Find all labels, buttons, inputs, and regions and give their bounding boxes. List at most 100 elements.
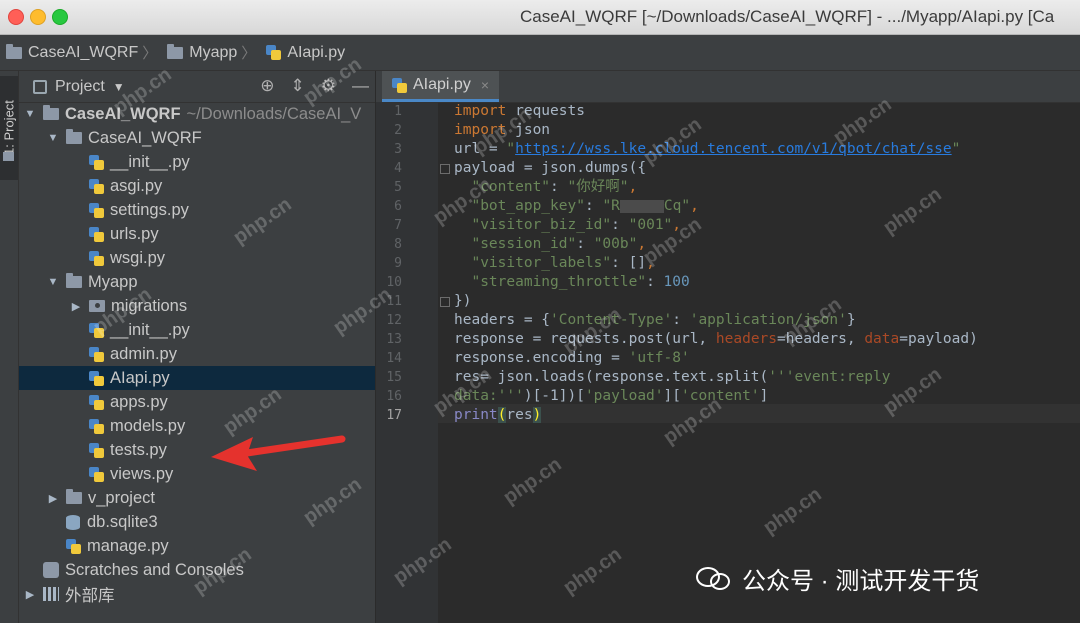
line-number: 11 — [386, 294, 402, 309]
chevron-down-icon[interactable]: ▼ — [46, 276, 60, 288]
badge-text: 公众号 · 测试开发干货 — [742, 568, 980, 595]
tree-item[interactable]: wsgi.py — [19, 246, 375, 270]
code-line[interactable]: payload = json.dumps({ — [454, 159, 1074, 178]
code-text: : — [550, 179, 568, 195]
close-tab-icon[interactable]: × — [481, 77, 489, 93]
code-line[interactable]: "streaming_throttle": 100 — [454, 273, 1074, 292]
editor-tab-label: AIapi.py — [413, 76, 471, 93]
locate-file-icon[interactable]: ⊕ — [260, 76, 274, 96]
chevron-down-icon[interactable]: ▼ — [46, 132, 60, 144]
string: "R — [602, 198, 620, 214]
folder-icon — [167, 43, 184, 59]
project-panel-header: Project ▼ ⊕ ⇕ ⚙ — — [19, 71, 375, 103]
gear-icon[interactable]: ⚙ — [321, 76, 336, 96]
comma: , — [690, 198, 699, 214]
breadcrumb-module[interactable]: Myapp — [167, 43, 237, 62]
structure-tool-icon[interactable] — [3, 152, 14, 161]
string: Cq" — [663, 198, 691, 214]
tree-item[interactable]: asgi.py — [19, 174, 375, 198]
tree-item[interactable]: ▶ migrations — [19, 294, 375, 318]
code-line[interactable]: "content": "你好啊", — [454, 178, 1074, 197]
tree-item[interactable]: settings.py — [19, 198, 375, 222]
project-tool-tab[interactable]: 1: Project — [0, 76, 18, 180]
keyword: import — [454, 122, 507, 138]
line-number: 4 — [394, 161, 402, 176]
code-line[interactable]: }) — [454, 292, 1074, 311]
code-line[interactable]: import json — [454, 121, 1074, 140]
line-number: 8 — [394, 237, 402, 252]
python-file-icon — [89, 154, 104, 170]
chevron-down-icon[interactable]: ▼ — [113, 80, 125, 94]
number: 100 — [663, 274, 690, 290]
code-line[interactable]: "session_id": "00b", — [454, 235, 1074, 254]
line-number: 6 — [394, 199, 402, 214]
python-file-icon — [89, 442, 104, 458]
code-line[interactable]: url = "https://wss.lke.cloud.tencent.com… — [454, 140, 1074, 159]
collapse-all-icon[interactable]: ⇕ — [291, 76, 305, 96]
comma: , — [672, 217, 682, 233]
tree-item[interactable]: AIapi.py — [19, 366, 375, 390]
breadcrumb-project[interactable]: CaseAI_WQRF — [6, 43, 138, 62]
python-file-icon — [392, 77, 407, 93]
code-line[interactable]: res= json.loads(response.text.split('''e… — [454, 368, 1074, 387]
tree-item[interactable]: ▼ CaseAI_WQRF — [19, 126, 375, 150]
close-window-button[interactable] — [8, 9, 24, 25]
tree-item-label: Scratches and Consoles — [65, 560, 244, 579]
library-icon — [43, 587, 59, 601]
line-number: 15 — [386, 370, 402, 385]
fold-marker-icon[interactable] — [440, 297, 450, 307]
code-line[interactable]: "visitor_labels": [], — [454, 254, 1074, 273]
code-text: : — [611, 255, 629, 271]
tree-item[interactable]: ▼ CaseAI_WQRF ~/Downloads/CaseAI_V — [19, 102, 375, 126]
project-panel-title[interactable]: Project — [55, 78, 105, 96]
tree-item-label: __init__.py — [110, 320, 190, 339]
tree-item-label: asgi.py — [110, 176, 163, 195]
folder-icon — [43, 105, 59, 120]
tree-item-label: apps.py — [110, 392, 168, 411]
code-line[interactable]: headers = {'Content-Type': 'application/… — [454, 311, 1074, 330]
tree-item[interactable]: __init__.py — [19, 150, 375, 174]
tree-item[interactable]: manage.py — [19, 534, 375, 558]
string: "bot_app_key" — [471, 198, 585, 214]
chevron-right-icon[interactable]: ▶ — [69, 300, 83, 313]
editor-tab-bar: AIapi.py × — [376, 71, 1080, 103]
string: 'payload' — [584, 388, 664, 404]
code-line[interactable]: response = requests.post(url, headers=he… — [454, 330, 1074, 349]
breadcrumb-file[interactable]: AIapi.py — [266, 44, 345, 62]
line-number: 17 — [386, 408, 402, 423]
url-link[interactable]: https://wss.lke.cloud.tencent.com/v1/qbo… — [515, 141, 952, 157]
zoom-window-button[interactable] — [52, 9, 68, 25]
minimize-window-button[interactable] — [30, 9, 46, 25]
line-number: 7 — [394, 218, 402, 233]
tree-item[interactable]: Scratches and Consoles — [19, 558, 375, 582]
code-line[interactable]: data:''')[-1])['payload']['content'] — [454, 387, 1074, 406]
folder-icon — [66, 489, 82, 504]
tree-item-label: CaseAI_WQRF — [88, 128, 202, 147]
tree-item[interactable]: db.sqlite3 — [19, 510, 375, 534]
code-line[interactable]: response.encoding = 'utf-8' — [454, 349, 1074, 368]
tree-item[interactable]: admin.py — [19, 342, 375, 366]
tree-item[interactable]: apps.py — [19, 390, 375, 414]
chevron-right-icon[interactable]: ▶ — [23, 588, 37, 601]
tree-item[interactable]: ▶ 外部库 — [19, 582, 375, 606]
tree-item[interactable]: __init__.py — [19, 318, 375, 342]
tree-item[interactable]: ▶ v_project — [19, 486, 375, 510]
python-file-icon — [89, 346, 104, 362]
code-line[interactable]: print(res) — [454, 406, 1074, 425]
tree-item[interactable]: ▼ Myapp — [19, 270, 375, 294]
editor-tab-aiapi[interactable]: AIapi.py × — [382, 71, 499, 102]
code-line[interactable]: import requests — [454, 102, 1074, 121]
redacted-block — [619, 199, 664, 213]
code-text: : — [576, 236, 594, 252]
tree-item-label: AIapi.py — [110, 368, 170, 387]
code-line[interactable]: "bot_app_key": "R Cq", — [454, 197, 1074, 216]
hide-panel-icon[interactable]: — — [352, 76, 369, 96]
python-file-icon — [89, 370, 104, 386]
line-number: 3 — [394, 142, 402, 157]
fold-marker-icon[interactable] — [440, 164, 450, 174]
code-line[interactable]: "visitor_biz_id": "001", — [454, 216, 1074, 235]
tree-item[interactable]: urls.py — [19, 222, 375, 246]
chevron-right-icon[interactable]: ▶ — [46, 492, 60, 505]
navigation-bar: CaseAI_WQRF 〉 Myapp 〉 AIapi.py — [0, 35, 1080, 71]
chevron-down-icon[interactable]: ▼ — [23, 108, 37, 120]
